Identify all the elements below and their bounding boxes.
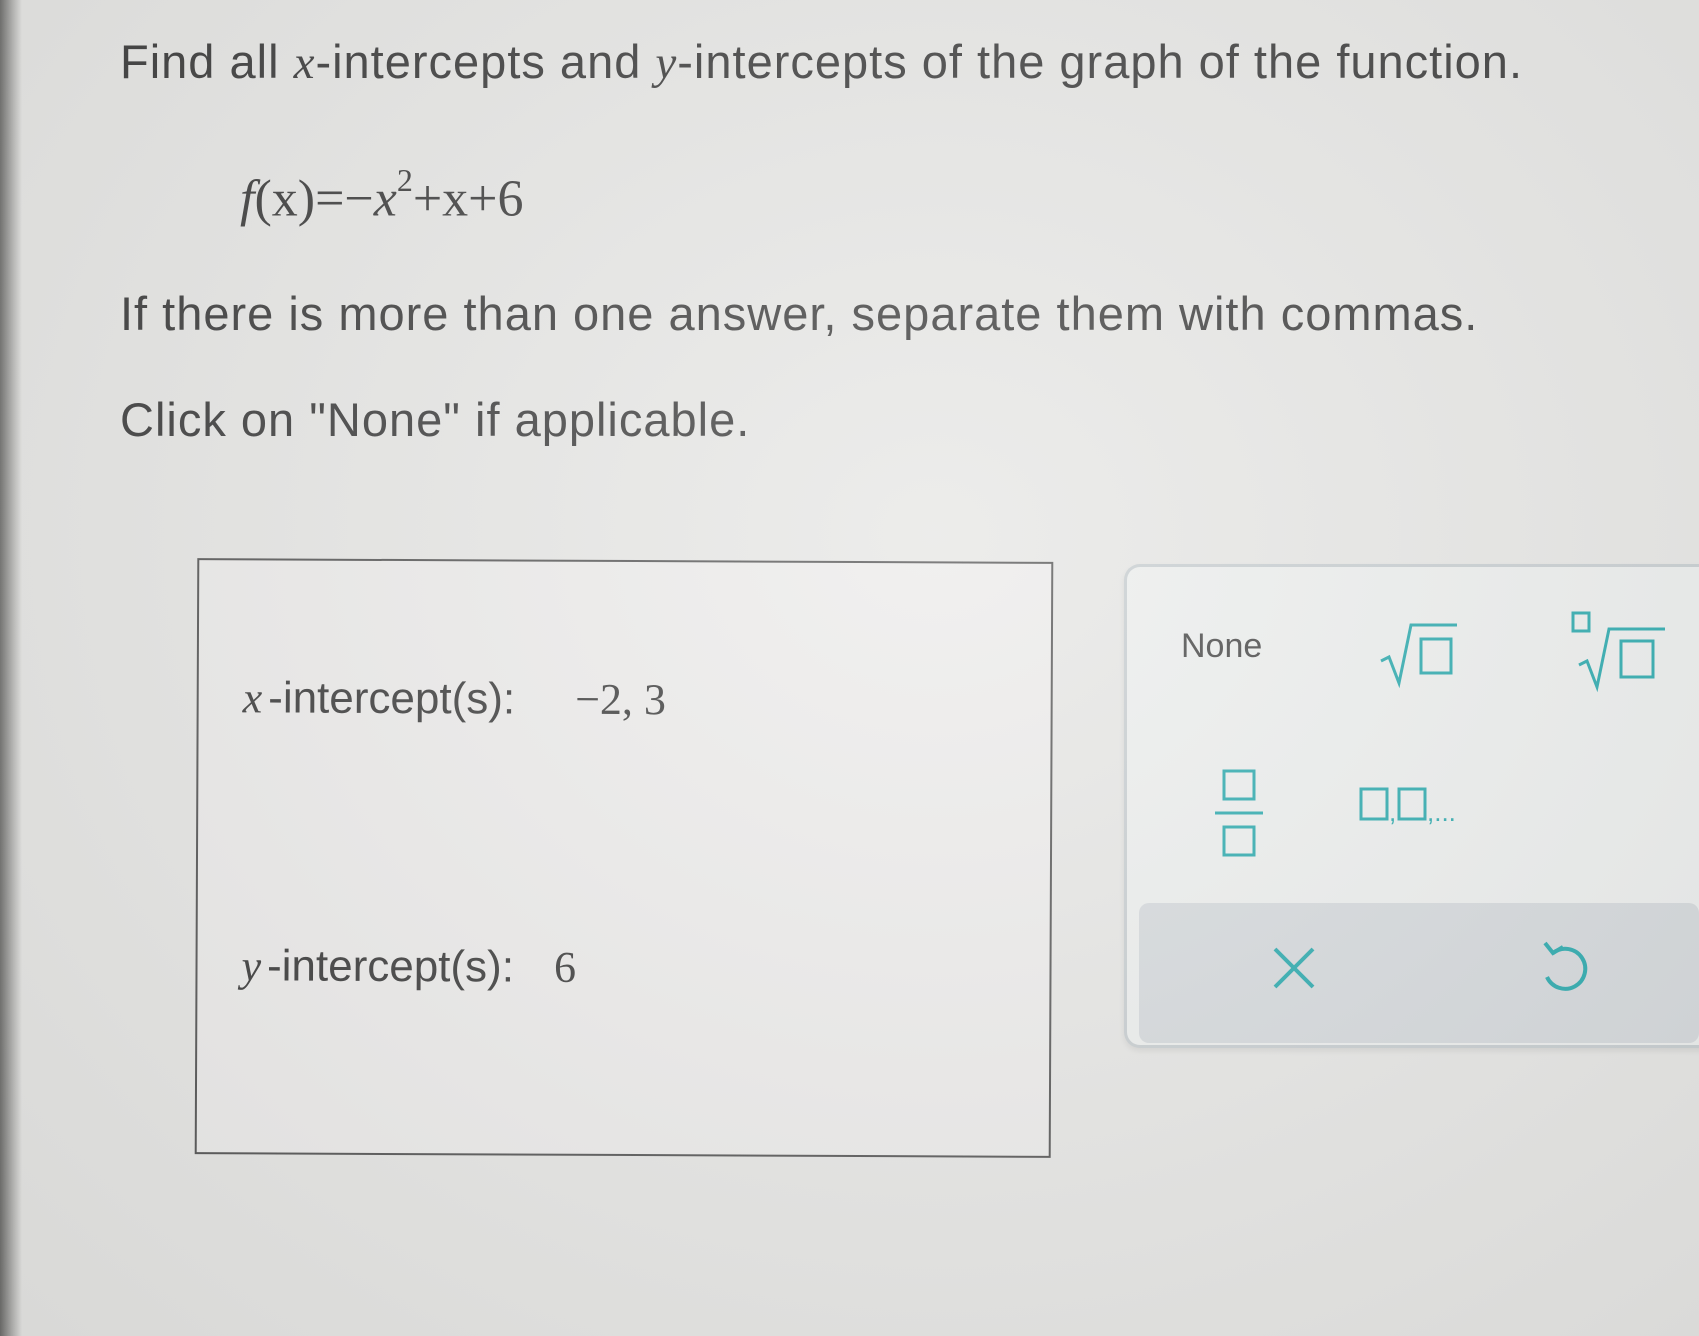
- nth-root-button[interactable]: [1567, 609, 1667, 693]
- answer-box: x -intercept(s): −2, 3 y -intercept(s): …: [194, 558, 1054, 1158]
- svg-text:,...: ,...: [1427, 797, 1456, 827]
- undo-button[interactable]: [1529, 933, 1599, 1003]
- clear-button[interactable]: [1259, 933, 1329, 1003]
- math-keypad: None , ,...: [1124, 564, 1699, 1048]
- keypad-action-bar: [1139, 903, 1699, 1043]
- y-intercept-row: y -intercept(s): 6: [241, 940, 674, 993]
- function-formula: f(x)=−x2+x+6: [240, 162, 524, 228]
- list-icon: , ,...: [1359, 787, 1456, 827]
- list-button[interactable]: , ,...: [1357, 779, 1487, 839]
- y-intercept-input[interactable]: 6: [554, 942, 674, 994]
- nth-root-icon: [1571, 611, 1665, 693]
- none-button[interactable]: None: [1181, 627, 1262, 666]
- instruction-none: Click on "None" if applicable.: [120, 393, 751, 446]
- x-intercept-row: x -intercept(s): −2, 3: [243, 672, 696, 725]
- fraction-button[interactable]: [1211, 767, 1267, 863]
- y-variable: y: [241, 941, 262, 991]
- sqrt-button[interactable]: [1377, 617, 1459, 689]
- left-edge-shadow: [0, 0, 22, 1336]
- sqrt-icon: [1380, 623, 1457, 689]
- x-variable: x: [242, 673, 263, 723]
- x-intercept-input[interactable]: −2, 3: [575, 674, 695, 726]
- undo-icon: [1543, 941, 1588, 991]
- question-instruction: Find all x-intercepts and y-intercepts o…: [120, 35, 1523, 89]
- y-intercept-label: -intercept(s):: [266, 941, 515, 992]
- svg-text:,: ,: [1389, 797, 1396, 827]
- clear-x-icon: [1273, 947, 1315, 989]
- x-intercept-label: -intercept(s):: [268, 673, 516, 724]
- fraction-icon: [1215, 769, 1263, 857]
- instruction-commas: If there is more than one answer, separa…: [120, 287, 1479, 340]
